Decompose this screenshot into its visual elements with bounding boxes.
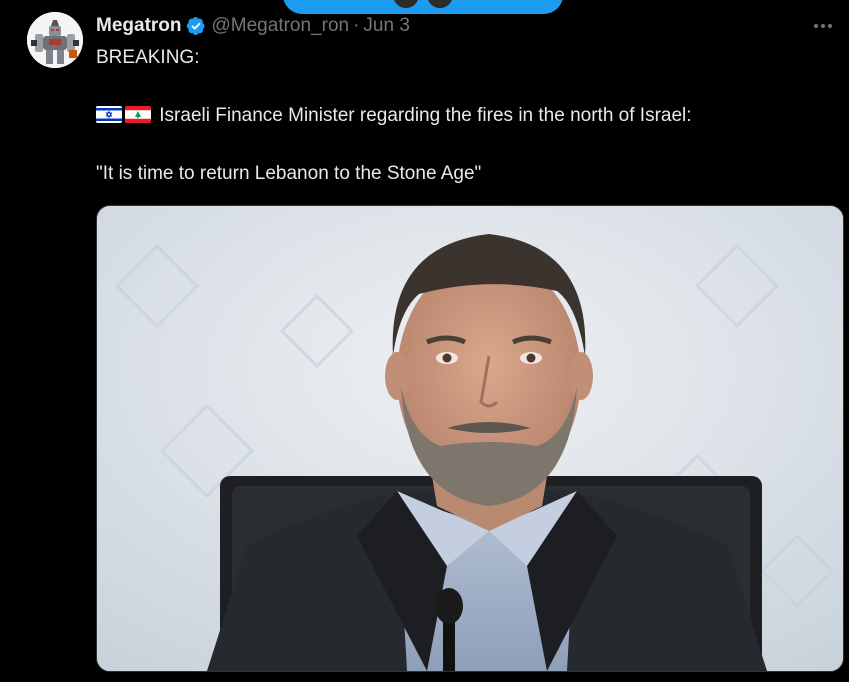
tweet-line-quote: "It is time to return Lebanon to the Sto… [96, 163, 482, 184]
lebanon-flag-icon [125, 106, 151, 123]
israel-flag-icon [96, 106, 122, 123]
handle[interactable]: @Megatron_ron [212, 15, 350, 37]
avatar[interactable] [27, 12, 83, 68]
tweet-line-breaking: BREAKING: [96, 47, 200, 68]
separator-dot: · [353, 15, 360, 36]
tweet-media-photo[interactable] [96, 205, 844, 672]
verified-badge-icon[interactable] [186, 16, 206, 36]
display-name[interactable]: Megatron [96, 15, 182, 37]
tweet-header: Megatron @Megatron_ron · Jun 3 [96, 12, 410, 40]
tweet-text: BREAKING: Israeli Finance Minister regar… [96, 44, 836, 188]
timeline: Megatron @Megatron_ron · Jun 3 BREAKING: [0, 0, 849, 682]
more-dots-icon[interactable] [809, 12, 837, 40]
tweet-line-minister: Israeli Finance Minister regarding the f… [159, 105, 692, 126]
tweet-date[interactable]: Jun 3 [363, 15, 409, 37]
tweet-line-flags: Israeli Finance Minister regarding the f… [96, 102, 836, 130]
new-posts-avatars [391, 0, 455, 10]
pill-avatar [391, 0, 421, 10]
pill-avatar [425, 0, 455, 10]
